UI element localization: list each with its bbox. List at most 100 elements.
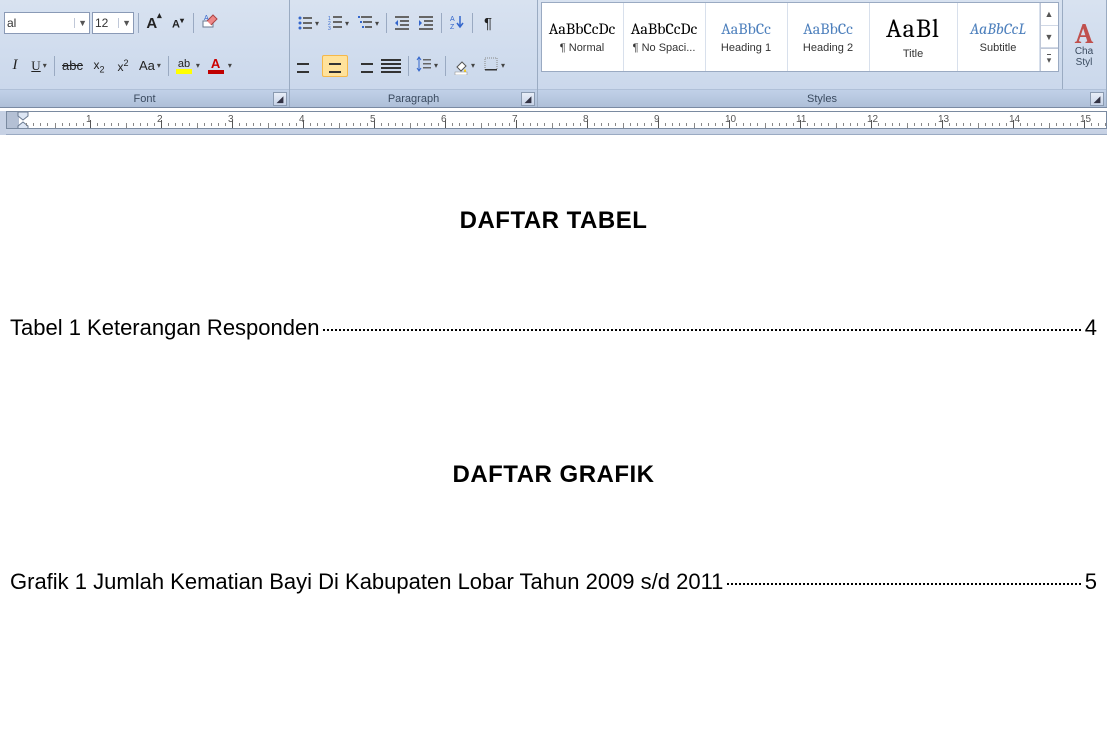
superscript-button[interactable]: x2 — [112, 55, 134, 77]
paragraph-group-label-text: Paragraph — [388, 93, 439, 105]
separator — [441, 13, 442, 33]
ruler-number: 10 — [725, 114, 736, 125]
highlight-button[interactable]: ab ▾ — [173, 55, 203, 77]
style-item--no-spaci-[interactable]: AaBbCcDc ¶ No Spaci... — [624, 3, 706, 71]
separator — [138, 13, 139, 33]
gallery-scroll[interactable]: ▲▼▾ — [1040, 3, 1058, 71]
change-styles-button[interactable]: A Cha Styl — [1062, 0, 1106, 89]
style-item-title[interactable]: AaBlTitle — [870, 3, 958, 71]
italic-icon: I — [13, 57, 18, 74]
italic-button[interactable]: I — [4, 55, 26, 77]
subscript-icon: x2 — [93, 58, 104, 74]
change-case-button[interactable]: Aa▾ — [136, 55, 164, 77]
chevron-down-icon: ▾ — [228, 61, 232, 70]
style-item-heading-1[interactable]: AaBbCcHeading 1 — [706, 3, 788, 71]
font-group: al ▼ 12 ▼ A▴ A▾ A — [0, 0, 290, 107]
style-preview: AaBbCcL — [970, 20, 1026, 38]
multilevel-list-icon — [357, 14, 373, 33]
align-left-button[interactable] — [294, 55, 320, 77]
font-color-button[interactable]: A ▾ — [205, 55, 235, 77]
separator — [193, 13, 194, 33]
style-item-heading-2[interactable]: AaBbCcHeading 2 — [788, 3, 870, 71]
gallery-more[interactable]: ▾ — [1041, 48, 1058, 71]
styles-group: AaBbCcDc¶ NormalAaBbCcDc¶ No Spaci...AaB… — [538, 0, 1107, 107]
change-styles-label-1: Cha — [1075, 46, 1093, 57]
font-size-combo[interactable]: 12 ▼ — [92, 12, 134, 34]
indent-marker[interactable] — [17, 111, 29, 129]
numbering-button[interactable]: 123 ▾ — [324, 12, 352, 34]
styles-gallery[interactable]: AaBbCcDc¶ NormalAaBbCcDc¶ No Spaci...AaB… — [541, 2, 1059, 72]
align-center-button[interactable] — [322, 55, 348, 77]
ruler-number: 14 — [1009, 114, 1020, 125]
font-group-label: Font ◢ — [0, 89, 289, 107]
chevron-down-icon: ▾ — [501, 61, 505, 70]
grow-font-button[interactable]: A▴ — [143, 12, 165, 34]
ruler-number: 12 — [867, 114, 878, 125]
style-preview: AaBl — [886, 14, 940, 44]
document-page[interactable]: DAFTAR TABEL Tabel 1 Keterangan Responde… — [0, 135, 1107, 605]
underline-button[interactable]: U▾ — [28, 55, 50, 77]
subscript-button[interactable]: x2 — [88, 55, 110, 77]
style-caption: Heading 2 — [803, 42, 853, 54]
increase-indent-button[interactable] — [415, 12, 437, 34]
underline-icon: U — [31, 58, 40, 74]
heading-daftar-grafik: DAFTAR GRAFIK — [10, 461, 1097, 489]
gallery-row-up[interactable]: ▲ — [1041, 3, 1058, 26]
gallery-row-down[interactable]: ▼ — [1041, 26, 1058, 49]
chevron-down-icon: ▼ — [118, 18, 131, 28]
font-size-value: 12 — [95, 16, 108, 30]
style-item--normal[interactable]: AaBbCcDc¶ Normal — [542, 3, 624, 71]
toc-entry-text: Grafik 1 Jumlah Kematian Bayi Di Kabupat… — [10, 569, 723, 595]
style-caption: Subtitle — [980, 42, 1017, 54]
chevron-down-icon: ▾ — [157, 61, 161, 70]
paragraph-dialog-launcher[interactable]: ◢ — [521, 92, 535, 106]
chevron-down-icon: ▾ — [315, 19, 319, 28]
style-caption: ¶ Normal — [560, 42, 604, 54]
styles-group-label: Styles ◢ — [538, 89, 1106, 107]
font-family-value: al — [7, 16, 16, 30]
multilevel-list-button[interactable]: ▾ — [354, 12, 382, 34]
separator — [472, 13, 473, 33]
chevron-down-icon: ▼ — [74, 18, 87, 28]
line-spacing-button[interactable]: ▾ — [413, 55, 441, 77]
shading-button[interactable]: ▾ — [450, 55, 478, 77]
styles-dialog-launcher[interactable]: ◢ — [1090, 92, 1104, 106]
svg-text:Z: Z — [450, 24, 455, 30]
superscript-icon: x2 — [117, 58, 128, 74]
style-caption: ¶ No Spaci... — [633, 42, 696, 54]
borders-button[interactable]: ▾ — [480, 55, 508, 77]
paint-bucket-icon — [453, 59, 469, 73]
toc-leader-dots — [323, 329, 1080, 331]
eraser-icon: A — [201, 13, 219, 34]
style-preview: AaBbCcDc — [631, 20, 697, 38]
separator — [168, 56, 169, 76]
chevron-down-icon: ▾ — [345, 19, 349, 28]
justify-button[interactable] — [378, 55, 404, 77]
clear-formatting-button[interactable]: A — [198, 12, 222, 34]
align-right-button[interactable] — [350, 55, 376, 77]
grow-font-icon: A▴ — [146, 14, 161, 32]
bullets-button[interactable]: ▾ — [294, 12, 322, 34]
style-caption: Heading 1 — [721, 42, 771, 54]
change-case-icon: Aa — [139, 58, 155, 73]
align-left-icon — [297, 58, 317, 74]
line-spacing-icon — [416, 56, 432, 75]
horizontal-ruler[interactable]: 123456789101112131415 — [6, 111, 1107, 129]
show-marks-button[interactable]: ¶ — [477, 12, 499, 34]
sort-button[interactable]: AZ — [446, 12, 468, 34]
font-family-combo[interactable]: al ▼ — [4, 12, 90, 34]
toc-entry-page: 4 — [1085, 315, 1097, 341]
decrease-indent-button[interactable] — [391, 12, 413, 34]
sort-icon: AZ — [449, 14, 465, 33]
shrink-font-button[interactable]: A▾ — [167, 12, 189, 34]
style-item-subtitle[interactable]: AaBbCcL Subtitle — [958, 3, 1040, 71]
font-color-icon: A — [208, 58, 226, 74]
chevron-down-icon: ▾ — [196, 61, 200, 70]
svg-text:A: A — [204, 15, 209, 22]
justify-icon — [381, 58, 401, 74]
heading-daftar-tabel: DAFTAR TABEL — [10, 207, 1097, 235]
chevron-down-icon: ▾ — [434, 61, 438, 70]
font-dialog-launcher[interactable]: ◢ — [273, 92, 287, 106]
strikethrough-button[interactable]: abc — [59, 55, 86, 77]
increase-indent-icon — [418, 14, 434, 33]
